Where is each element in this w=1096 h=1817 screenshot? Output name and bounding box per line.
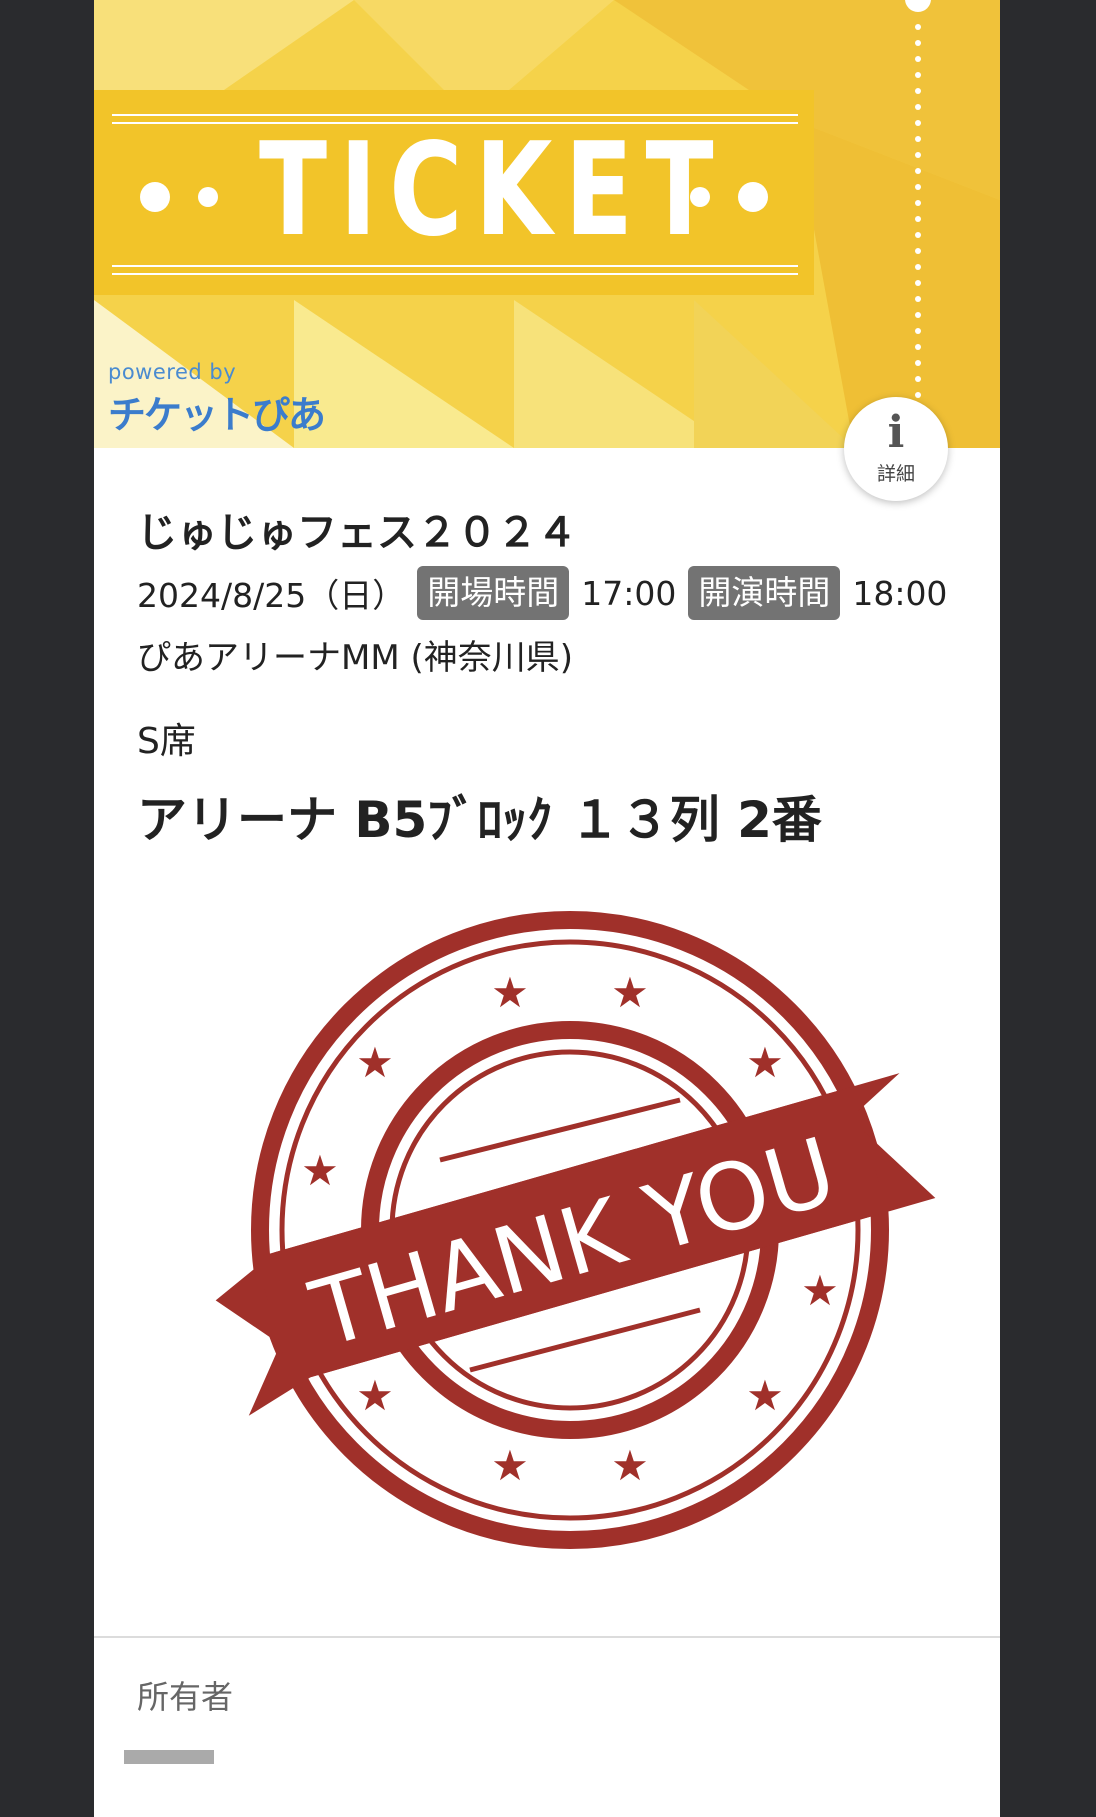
open-time-badge: 開場時間	[417, 566, 570, 620]
svg-text:★: ★	[746, 1038, 784, 1087]
ticket-header: TICKET powered by チケットぴあ	[94, 0, 1000, 448]
svg-text:★: ★	[611, 968, 649, 1017]
svg-text:★: ★	[611, 1441, 649, 1490]
ticket-banner: TICKET	[94, 90, 814, 295]
seat-location: アリーナ B5ﾌﾞﾛｯｸ １３列 2番	[137, 791, 822, 849]
svg-text:★: ★	[491, 1441, 529, 1490]
perforation-line	[905, 0, 931, 448]
svg-text:★: ★	[356, 1371, 394, 1420]
ticket-card: TICKET powered by チケットぴあ i 詳細 じゅじゅフェス２０２…	[94, 0, 1000, 1817]
details-button[interactable]: i 詳細	[844, 397, 948, 501]
event-venue: ぴあアリーナMM (神奈川県)	[137, 638, 574, 678]
svg-text:★: ★	[801, 1266, 839, 1315]
svg-text:★: ★	[301, 1146, 339, 1195]
svg-text:★: ★	[356, 1038, 394, 1087]
details-button-label: 詳細	[876, 463, 915, 485]
open-time: 17:00	[581, 573, 677, 613]
event-date: 2024/8/25（日）	[137, 576, 406, 615]
logo-powered-by: powered by	[108, 360, 237, 384]
event-schedule: 2024/8/25（日） 開場時間 17:00 開演時間 18:00	[137, 565, 947, 621]
ticket-title: TICKET	[259, 116, 727, 265]
info-icon: i	[887, 407, 905, 458]
section-divider	[94, 1636, 1000, 1638]
thank-you-stamp: ★ ★ ★ ★ ★ ★ ★ ★ ★ ★ THANK YOU	[215, 911, 936, 1549]
owner-name-redaction	[94, 1717, 594, 1816]
svg-text:★: ★	[746, 1371, 784, 1420]
seat-class: S席	[137, 721, 196, 762]
event-title: じゅじゅフェス２０２４	[137, 510, 577, 556]
logo-brand: チケットぴあ	[108, 393, 326, 437]
svg-text:★: ★	[491, 968, 529, 1017]
ticketpia-logo: powered by チケットぴあ	[108, 360, 348, 440]
start-time-badge: 開演時間	[688, 566, 841, 620]
start-time: 18:00	[852, 573, 948, 613]
